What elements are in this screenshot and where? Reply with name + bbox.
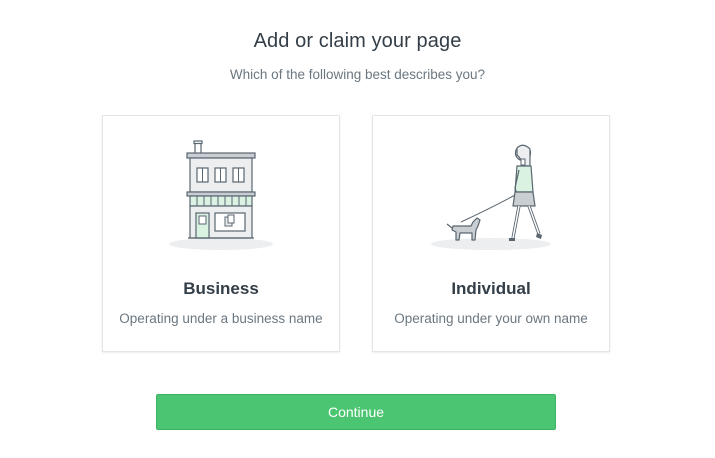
option-title-individual: Individual <box>451 279 531 298</box>
person-walking-dog-icon <box>431 144 551 250</box>
continue-button[interactable]: Continue <box>156 394 556 430</box>
page-subtitle: Which of the following best describes yo… <box>229 67 486 82</box>
option-description-business: Operating under a business name <box>119 311 323 326</box>
option-title-business: Business <box>183 279 259 298</box>
option-description-individual: Operating under your own name <box>394 311 588 326</box>
option-card-business[interactable]: Business Operating under a business name <box>102 115 340 352</box>
claim-page-dialog: Add or claim your page Which of the foll… <box>0 0 715 458</box>
storefront-building-icon <box>169 140 273 250</box>
option-card-individual[interactable]: Individual Operating under your own name <box>372 115 610 352</box>
page-title: Add or claim your page <box>253 30 462 52</box>
